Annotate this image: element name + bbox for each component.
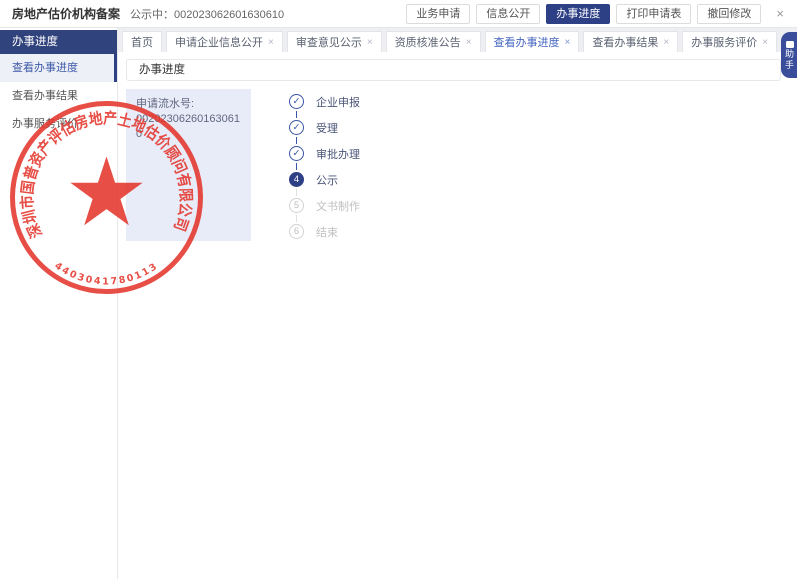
step-public-notice: 4 公示 [289, 172, 360, 187]
current-step-icon: 4 [289, 172, 304, 187]
check-circle-icon: ✓ [289, 120, 304, 135]
tab-close-icon[interactable]: × [663, 37, 669, 48]
tab-service-rating[interactable]: 办事服务评价 × [682, 31, 777, 52]
status-prefix: 公示中： [130, 9, 174, 21]
progress-button[interactable]: 办事进度 [546, 4, 610, 24]
tab-close-icon[interactable]: × [367, 37, 373, 48]
status-text: 公示中：002023062601630610 [130, 6, 284, 22]
tab-company-info-disclosure[interactable]: 申请企业信息公开 × [166, 31, 283, 52]
step-finished: 6 结束 [289, 224, 360, 239]
tab-content: 办事进度 申请流水号: 002023062601630610 ✓ 企业申报 [118, 52, 797, 579]
sidebar-item-view-progress[interactable]: 查看办事进度 [0, 54, 117, 82]
tab-qualification-notice[interactable]: 资质核准公告 × [386, 31, 481, 52]
main-area: 首页 申请企业信息公开 × 审查意见公示 × 资质核准公告 × 查看办事进度 × 查看办… [118, 28, 797, 579]
step-label: 企业申报 [316, 94, 360, 110]
pending-step-icon: 5 [289, 198, 304, 213]
sidebar-item-view-result[interactable]: 查看办事结果 [0, 82, 117, 110]
step-connector [296, 163, 297, 170]
tab-view-result[interactable]: 查看办事结果 × [583, 31, 678, 52]
step-approval: ✓ 审批办理 [289, 146, 360, 161]
sidebar-header: 办事进度 [0, 30, 117, 54]
tab-close-icon[interactable]: × [565, 37, 571, 48]
withdraw-edit-button[interactable]: 撤回修改 [697, 4, 761, 24]
serial-value: 002023062601630610 [136, 112, 241, 142]
page-title: 房地产估价机构备案 [12, 5, 120, 22]
step-label: 审批办理 [316, 146, 360, 162]
tab-review-opinion[interactable]: 审查意见公示 × [287, 31, 382, 52]
tab-home[interactable]: 首页 [122, 31, 162, 52]
tab-bar: 首页 申请企业信息公开 × 审查意见公示 × 资质核准公告 × 查看办事进度 × 查看办… [118, 28, 797, 52]
assistant-badge[interactable]: 助 手 [781, 32, 797, 78]
assistant-label-bottom: 手 [785, 60, 794, 70]
business-apply-button[interactable]: 业务申请 [406, 4, 470, 24]
progress-flow: 申请流水号: 002023062601630610 ✓ 企业申报 ✓ 受理 [126, 89, 797, 241]
assistant-label-top: 助 [785, 49, 794, 59]
close-icon[interactable]: × [773, 4, 787, 24]
tab-label: 申请企业信息公开 [175, 34, 263, 50]
tab-close-icon[interactable]: × [268, 37, 274, 48]
tab-label: 审查意见公示 [296, 34, 362, 50]
tab-label: 查看办事结果 [592, 34, 658, 50]
tab-label: 查看办事进度 [494, 34, 560, 50]
tab-close-icon[interactable]: × [762, 37, 768, 48]
tab-label: 首页 [131, 34, 153, 50]
print-application-button[interactable]: 打印申请表 [616, 4, 691, 24]
step-label: 受理 [316, 120, 338, 136]
step-label: 结束 [316, 224, 338, 240]
check-circle-icon: ✓ [289, 94, 304, 109]
step-enterprise-declare: ✓ 企业申报 [289, 94, 360, 109]
step-label: 公示 [316, 172, 338, 188]
status-serial-number: 002023062601630610 [174, 9, 284, 21]
step-label: 文书制作 [316, 198, 360, 214]
serial-panel: 申请流水号: 002023062601630610 [126, 89, 251, 241]
serial-label: 申请流水号: [136, 97, 241, 112]
panel-title: 办事进度 [126, 59, 781, 81]
tab-label: 资质核准公告 [395, 34, 461, 50]
app-window: 房地产估价机构备案 公示中：002023062601630610 业务申请 信息… [0, 0, 797, 580]
tab-close-icon[interactable]: × [466, 37, 472, 48]
sidebar: 办事进度 查看办事进度 查看办事结果 办事服务评价 [0, 28, 118, 579]
progress-steps: ✓ 企业申报 ✓ 受理 ✓ 审批办理 [289, 89, 360, 241]
check-circle-icon: ✓ [289, 146, 304, 161]
pending-step-icon: 6 [289, 224, 304, 239]
step-connector [296, 215, 297, 222]
step-document-making: 5 文书制作 [289, 198, 360, 213]
info-disclosure-button[interactable]: 信息公开 [476, 4, 540, 24]
top-header: 房地产估价机构备案 公示中：002023062601630610 业务申请 信息… [0, 0, 797, 28]
tab-label: 办事服务评价 [691, 34, 757, 50]
step-connector [296, 111, 297, 118]
header-actions: 业务申请 信息公开 办事进度 打印申请表 撤回修改 × [406, 4, 787, 24]
sidebar-item-service-rating[interactable]: 办事服务评价 [0, 110, 117, 138]
step-accepted: ✓ 受理 [289, 120, 360, 135]
step-connector [296, 137, 297, 144]
tab-view-progress[interactable]: 查看办事进度 × [485, 31, 580, 52]
step-connector [296, 189, 297, 196]
chat-icon [786, 41, 794, 48]
